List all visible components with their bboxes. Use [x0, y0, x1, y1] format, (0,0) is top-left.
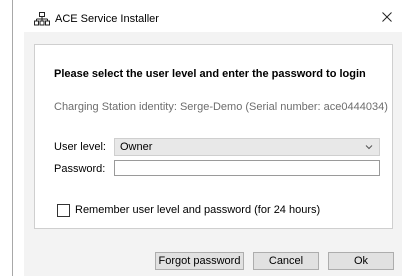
network-icon [34, 12, 50, 26]
close-icon [382, 12, 392, 22]
title-bar: ACE Service Installer [24, 0, 402, 32]
background-window-edge [12, 0, 13, 276]
forgot-password-button[interactable]: Forgot password [155, 252, 244, 270]
login-heading: Please select the user level and enter t… [54, 68, 366, 80]
password-label: Password: [54, 163, 106, 175]
cancel-button[interactable]: Cancel [253, 252, 319, 270]
window-title: ACE Service Installer [55, 13, 159, 25]
remember-label[interactable]: Remember user level and password (for 24… [75, 204, 320, 216]
chevron-down-icon [365, 145, 373, 150]
station-identity-text: Charging Station identity: Serge-Demo (S… [54, 101, 388, 113]
password-field[interactable] [114, 160, 380, 176]
login-dialog-window: ACE Service Installer Please select the … [24, 0, 402, 276]
user-level-select[interactable]: Owner [114, 138, 380, 156]
user-level-label: User level: [54, 141, 106, 153]
remember-checkbox[interactable] [57, 204, 70, 217]
user-level-value: Owner [120, 141, 153, 153]
ok-button[interactable]: Ok [328, 252, 394, 270]
login-form-panel: Please select the user level and enter t… [34, 44, 393, 229]
close-button[interactable] [372, 4, 402, 30]
